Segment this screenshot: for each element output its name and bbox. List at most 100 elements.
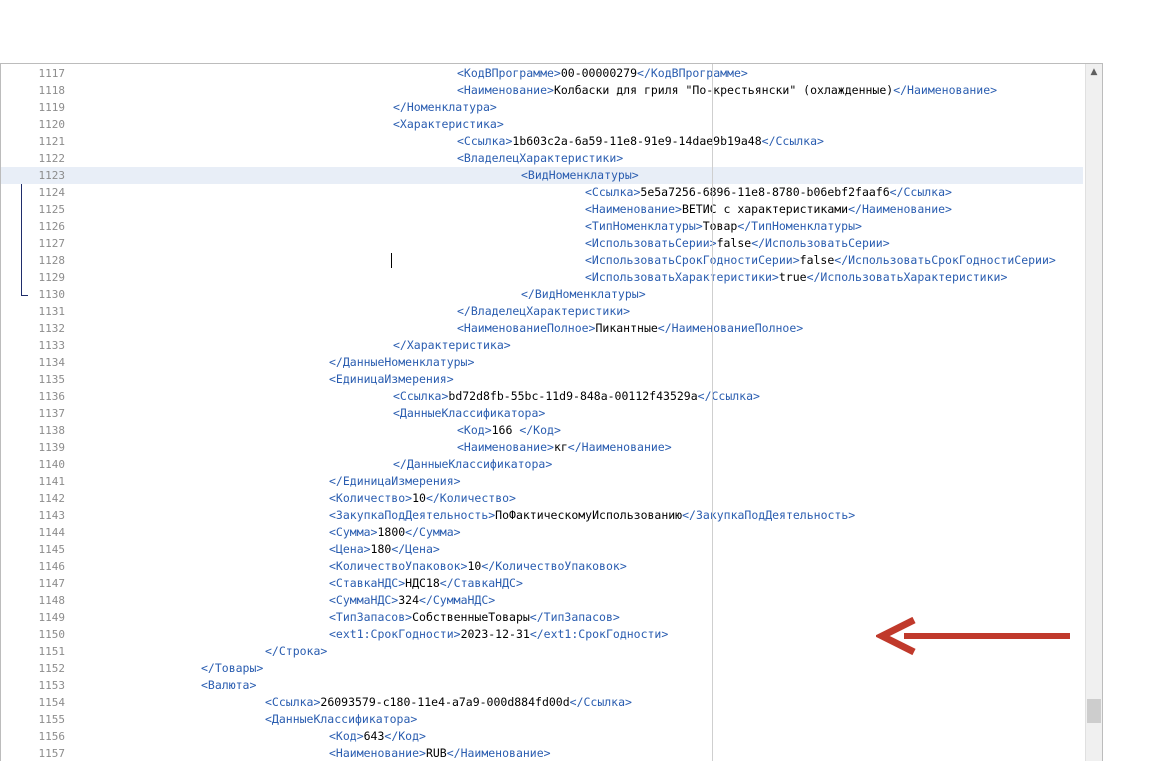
xml-tag: </ЗакупкаПодДеятельность> xyxy=(682,508,856,522)
xml-tag: <Цена> xyxy=(329,542,371,556)
xml-value: 10 xyxy=(467,559,482,573)
code-line[interactable]: 1120 <Характеристика> xyxy=(1,116,1083,133)
scrollbar-thumb[interactable] xyxy=(1087,699,1101,723)
xml-tag: <КоличествоУпаковок> xyxy=(329,559,468,573)
code-line[interactable]: 1135 <ЕдиницаИзмерения> xyxy=(1,371,1083,388)
code-line[interactable]: 1128 <ИспользоватьСрокГодностиСерии>false… xyxy=(1,252,1083,269)
code-line[interactable]: 1123 <ВидНоменклатуры> xyxy=(1,167,1083,184)
code-line[interactable]: 1140 </ДанныеКлассификатора> xyxy=(1,456,1083,473)
code-line[interactable]: 1136 <Ссылка>bd72d8fb-55bc-11d9-848a-0011… xyxy=(1,388,1083,405)
xml-tag: <ТипЗапасов> xyxy=(329,610,413,624)
code-line[interactable]: 1127 <ИспользоватьСерии>false</Использова… xyxy=(1,235,1083,252)
code-content: <ТипЗапасов>СобственныеТовары</ТипЗапасо… xyxy=(329,609,620,626)
code-content: <Цена>180</Цена> xyxy=(329,541,440,558)
code-line[interactable]: 1146 <КоличествоУпаковок>10</КоличествоУп… xyxy=(1,558,1083,575)
xml-tag: <Валюта> xyxy=(201,678,257,692)
code-line[interactable]: 1124 <Ссылка>5e5a7256-6896-11e8-8780-b06e… xyxy=(1,184,1083,201)
code-content: </Характеристика> xyxy=(393,337,511,354)
xml-value: 26093579-c180-11e4-a7a9-000d884fd00d xyxy=(320,695,570,709)
code-line[interactable]: 1139 <Наименование>кг</Наименование> xyxy=(1,439,1083,456)
code-line[interactable]: 1119 </Номенклатура> xyxy=(1,99,1083,116)
code-content: <Ссылка>1b603c2a-6a59-11e8-91e9-14dae9b1… xyxy=(457,133,824,150)
xml-tag: </КодВПрограмме> xyxy=(637,66,748,80)
code-line[interactable]: 1145 <Цена>180</Цена> xyxy=(1,541,1083,558)
xml-tag: <ВидНоменклатуры> xyxy=(521,168,639,182)
xml-tag: <КодВПрограмме> xyxy=(457,66,561,80)
code-line[interactable]: 1125 <Наименование>ВЕТИС с характеристика… xyxy=(1,201,1083,218)
xml-tag: <ИспользоватьСерии> xyxy=(585,236,717,250)
xml-tag: <Количество> xyxy=(329,491,413,505)
code-content: </ВидНоменклатуры> xyxy=(521,286,646,303)
xml-tag: <Наименование> xyxy=(329,746,426,760)
line-number: 1118 xyxy=(38,84,66,97)
code-line[interactable]: 1156 <Код>643</Код> xyxy=(1,728,1083,745)
line-number: 1143 xyxy=(38,509,66,522)
code-line[interactable]: 1130 </ВидНоменклатуры> xyxy=(1,286,1083,303)
xml-tag: </Наименование> xyxy=(848,202,952,216)
code-line[interactable]: 1154 <Ссылка>26093579-c180-11e4-a7a9-000d… xyxy=(1,694,1083,711)
line-number: 1122 xyxy=(38,152,66,165)
xml-tag: </Наименование> xyxy=(893,83,998,97)
xml-value: 1800 xyxy=(377,525,406,539)
code-line[interactable]: 1133 </Характеристика> xyxy=(1,337,1083,354)
xml-tag: </ВидНоменклатуры> xyxy=(521,287,646,301)
line-number: 1150 xyxy=(38,628,66,641)
code-line[interactable]: 1118 <Наименование>Колбаски для гриля "По… xyxy=(1,82,1083,99)
code-content: <Код>166 </Код> xyxy=(457,422,561,439)
code-line[interactable]: 1138 <Код>166 </Код> xyxy=(1,422,1083,439)
xml-tag: <ext1:СрокГодности> xyxy=(329,627,461,641)
xml-value: 10 xyxy=(412,491,426,505)
xml-value: RUB xyxy=(425,746,447,760)
code-line[interactable]: 1153 <Валюта> xyxy=(1,677,1083,694)
line-number: 1128 xyxy=(38,254,66,267)
code-line[interactable]: 1148 <СуммаНДС>324</СуммаНДС> xyxy=(1,592,1083,609)
code-line[interactable]: 1126 <ТипНоменклатуры>Товар</ТипНоменклат… xyxy=(1,218,1083,235)
code-line[interactable]: 1122 <ВладелецХарактеристики> xyxy=(1,150,1083,167)
xml-tag: </Ссылка> xyxy=(889,185,952,199)
xml-tag: </Номенклатура> xyxy=(393,100,497,114)
code-line[interactable]: 1157 <Наименование>RUB</Наименование> xyxy=(1,745,1083,761)
code-content: <Код>643</Код> xyxy=(329,728,426,745)
xml-tag: <Наименование> xyxy=(457,440,554,454)
xml-tag: </ext1:СрокГодности> xyxy=(529,627,669,641)
code-line[interactable]: 1132 <НаименованиеПолное>Пикантные</Наиме… xyxy=(1,320,1083,337)
line-number: 1138 xyxy=(38,424,66,437)
code-line[interactable]: 1131 </ВладелецХарактеристики> xyxy=(1,303,1083,320)
xml-tag: </Ссылка> xyxy=(569,695,632,709)
line-number: 1124 xyxy=(38,186,66,199)
xml-value: НДС18 xyxy=(405,576,440,590)
line-number: 1149 xyxy=(38,611,66,624)
xml-value: 166 xyxy=(491,423,520,437)
xml-tag: <ТипНоменклатуры> xyxy=(585,219,703,233)
code-content: </Строка> xyxy=(265,643,327,660)
xml-tag: </Наименование> xyxy=(567,440,672,454)
code-line[interactable]: 1141 </ЕдиницаИзмерения> xyxy=(1,473,1083,490)
xml-tag: </СуммаНДС> xyxy=(419,593,496,607)
xml-value: true xyxy=(778,270,807,284)
code-line[interactable]: 1137 <ДанныеКлассификатора> xyxy=(1,405,1083,422)
xml-tag: <Ссылка> xyxy=(393,389,449,403)
code-content: <Сумма>1800</Сумма> xyxy=(329,524,461,541)
text-cursor xyxy=(391,253,392,268)
code-line[interactable]: 1121 <Ссылка>1b603c2a-6a59-11e8-91e9-14da… xyxy=(1,133,1083,150)
code-content: <ИспользоватьСерии>false</ИспользоватьСе… xyxy=(585,235,890,252)
code-line[interactable]: 1152 </Товары> xyxy=(1,660,1083,677)
code-line[interactable]: 1129 <ИспользоватьХарактеристики>true</Ис… xyxy=(1,269,1083,286)
xml-tag: <Код> xyxy=(329,729,364,743)
code-content: <СуммаНДС>324</СуммаНДС> xyxy=(329,592,495,609)
xml-tag: <Наименование> xyxy=(457,83,554,97)
code-line[interactable]: 1155 <ДанныеКлассификатора> xyxy=(1,711,1083,728)
line-number: 1145 xyxy=(38,543,66,556)
code-line[interactable]: 1142 <Количество>10</Количество> xyxy=(1,490,1083,507)
code-line[interactable]: 1147 <СтавкаНДС>НДС18</СтавкаНДС> xyxy=(1,575,1083,592)
code-line[interactable]: 1134 </ДанныеНоменклатуры> xyxy=(1,354,1083,371)
line-number: 1126 xyxy=(38,220,66,233)
vertical-scrollbar[interactable]: ▲ xyxy=(1085,64,1102,761)
xml-tag: </Строка> xyxy=(265,644,328,658)
code-line[interactable]: 1144 <Сумма>1800</Сумма> xyxy=(1,524,1083,541)
code-line[interactable]: 1143 <ЗакупкаПодДеятельность>ПоФактическо… xyxy=(1,507,1083,524)
xml-tag: <ЕдиницаИзмерения> xyxy=(329,372,454,386)
scroll-up-arrow-icon[interactable]: ▲ xyxy=(1086,64,1102,81)
code-content: <Наименование>кг</Наименование> xyxy=(457,439,672,456)
code-line[interactable]: 1117 <КодВПрограмме>00-00000279</КодВПрог… xyxy=(1,65,1083,82)
